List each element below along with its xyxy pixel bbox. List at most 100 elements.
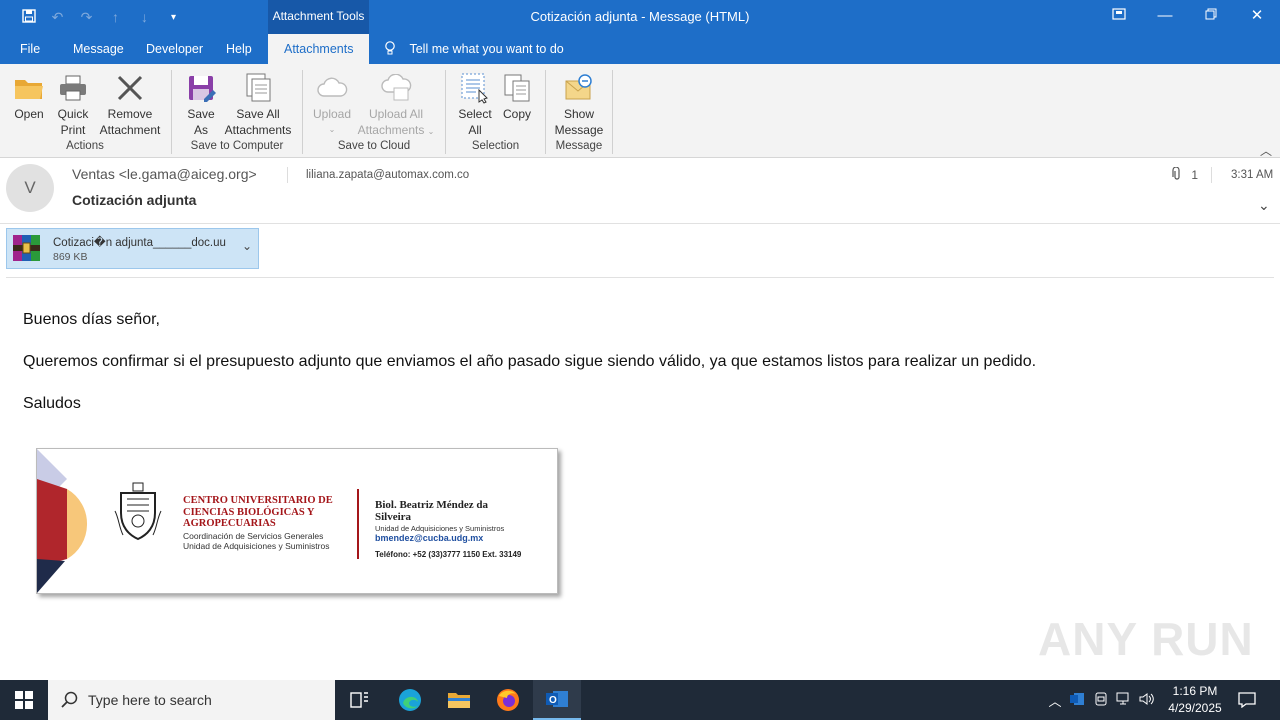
redo-icon[interactable]: ↷	[72, 9, 101, 26]
save-all-label-2: Attachments	[224, 123, 292, 137]
signature-divider	[357, 489, 359, 559]
save-as-icon	[180, 70, 222, 106]
avatar: V	[6, 164, 54, 212]
tab-message[interactable]: Message	[73, 34, 124, 64]
body-closing: Saludos	[23, 395, 81, 412]
cloud-upload-icon	[354, 70, 438, 106]
select-all-button[interactable]: Select All	[454, 70, 496, 138]
save-icon[interactable]	[14, 8, 43, 26]
attachment-dropdown-icon[interactable]: ⌄	[242, 239, 252, 253]
upload-all-label-2: Attachments ⌄	[357, 123, 435, 137]
save-all-attachments-button[interactable]: Save All Attachments	[222, 70, 294, 138]
message-subject: Cotización adjunta	[72, 192, 197, 208]
window-title: Cotización adjunta - Message (HTML)	[530, 9, 750, 24]
decorative-shapes	[37, 449, 88, 593]
lightbulb-icon	[384, 41, 399, 56]
taskbar-clock[interactable]: 1:16 PM 4/29/2025	[1160, 683, 1230, 717]
customize-toolbar-icon[interactable]: ▾	[159, 12, 188, 23]
minimize-icon[interactable]: —	[1142, 0, 1188, 34]
edge-browser-icon[interactable]	[386, 680, 434, 720]
university-seal-icon	[114, 482, 162, 541]
attachment-size: 869 KB	[53, 251, 88, 263]
remove-label-2: Attachment	[99, 123, 161, 137]
copy-icon	[498, 70, 536, 106]
tab-help[interactable]: Help	[226, 34, 252, 64]
tab-developer[interactable]: Developer	[146, 34, 203, 64]
firefox-icon[interactable]	[484, 680, 532, 720]
save-as-label-2: As	[193, 123, 208, 137]
previous-item-icon[interactable]: ↑	[101, 9, 130, 25]
envelope-icon	[554, 70, 604, 106]
body-greeting: Buenos días señor,	[23, 311, 160, 328]
file-explorer-icon[interactable]	[435, 680, 483, 720]
tab-attachments[interactable]: Attachments	[268, 34, 370, 64]
select-all-icon	[454, 70, 496, 106]
task-view-icon[interactable]	[336, 680, 384, 720]
signature-person: Biol. Beatriz Méndez da Silveira	[375, 499, 489, 523]
watermark: ANY RUN	[1038, 613, 1254, 665]
select-all-label-2: All	[468, 123, 482, 137]
group-divider	[612, 70, 613, 154]
expand-header-icon[interactable]: ⌄	[1258, 197, 1270, 214]
svg-text:O: O	[549, 695, 557, 706]
signature-department: Coordinación de Servicios Generales Unid…	[183, 531, 330, 551]
group-label-save-to-cloud: Save to Cloud	[337, 140, 411, 152]
upload-all-attachments-button[interactable]: Upload All Attachments ⌄	[354, 70, 438, 140]
tab-file[interactable]: File	[20, 34, 40, 64]
notification-center-icon[interactable]	[1230, 680, 1264, 720]
restore-icon[interactable]	[1188, 0, 1234, 34]
signature-phone: Teléfono: +52 (33)3777 1150 Ext. 33149	[375, 550, 522, 559]
windows-start-icon[interactable]	[0, 680, 48, 720]
save-as-label-1: Save	[187, 107, 215, 121]
save-as-button[interactable]: Save As	[180, 70, 222, 138]
open-button[interactable]: Open	[8, 70, 50, 122]
show-message-label-1: Show	[563, 107, 595, 121]
sender[interactable]: Ventas <le.gama@aiceg.org>	[72, 166, 257, 182]
quick-print-label-1: Quick	[57, 107, 89, 121]
message-header: V Ventas <le.gama@aiceg.org> liliana.zap…	[0, 157, 1280, 224]
quick-print-button[interactable]: Quick Print	[52, 70, 94, 138]
upload-button[interactable]: Upload ⌄	[310, 70, 354, 138]
attachment-item[interactable]: Cotizaci�n adjunta______doc.uu 869 KB ⌄	[6, 228, 259, 269]
remove-attachment-button[interactable]: Remove Attachment	[96, 70, 164, 138]
ribbon: Open Quick Print Remove Attachment Actio…	[0, 64, 1280, 158]
group-label-save-to-computer: Save to Computer	[190, 140, 284, 152]
header-divider	[287, 167, 288, 183]
save-all-label-1: Save All	[236, 107, 280, 121]
taskbar-search[interactable]: Type here to search	[48, 680, 335, 720]
show-hidden-icons-icon[interactable]: ︿	[1046, 691, 1064, 710]
attachment-name: Cotizaci�n adjunta______doc.uu	[53, 237, 226, 249]
upload-all-label-1: Upload All	[368, 107, 424, 121]
remove-label-1: Remove	[107, 107, 153, 121]
close-icon[interactable]: ✕	[1234, 0, 1280, 34]
recipient[interactable]: liliana.zapata@automax.com.co	[306, 169, 469, 181]
show-message-button[interactable]: Show Message	[554, 70, 604, 138]
signature-organization: CENTRO UNIVERSITARIO DE CIENCIAS BIOLÓGI…	[183, 495, 333, 529]
outlook-taskbar-icon[interactable]: O	[533, 680, 581, 720]
cloud-icon	[310, 70, 354, 106]
paperclip-icon	[1172, 166, 1185, 182]
received-time: 3:31 AM	[1231, 169, 1274, 181]
search-placeholder: Type here to search	[88, 692, 212, 708]
copy-button[interactable]: Copy	[498, 70, 536, 122]
upload-label: Upload	[312, 107, 352, 121]
remove-x-icon	[96, 70, 164, 106]
signature-person-dept: Unidad de Adquisiciones y Suministros	[375, 524, 505, 533]
undo-icon[interactable]: ↶	[43, 9, 72, 26]
group-label-message: Message	[555, 140, 603, 152]
dropdown-arrow-icon: ⌄	[328, 125, 336, 134]
device-icon[interactable]	[1090, 692, 1112, 709]
network-icon[interactable]	[1112, 692, 1136, 709]
show-message-label-2: Message	[554, 123, 604, 137]
tell-me-search[interactable]: Tell me what you want to do	[384, 34, 564, 64]
body-divider	[6, 277, 1274, 278]
next-item-icon[interactable]: ↓	[130, 9, 159, 25]
ribbon-display-icon[interactable]	[1096, 0, 1142, 34]
outlook-tray-icon[interactable]	[1064, 691, 1090, 710]
quick-access-toolbar: ↶ ↷ ↑ ↓ ▾	[14, 0, 188, 34]
signature-email: bmendez@cucba.udg.mx	[375, 533, 484, 543]
tell-me-label: Tell me what you want to do	[409, 42, 564, 56]
volume-icon[interactable]	[1136, 692, 1158, 709]
taskbar: Type here to search O ︿ 1:16 PM 4/29/202…	[0, 680, 1280, 720]
header-divider	[1211, 167, 1212, 183]
